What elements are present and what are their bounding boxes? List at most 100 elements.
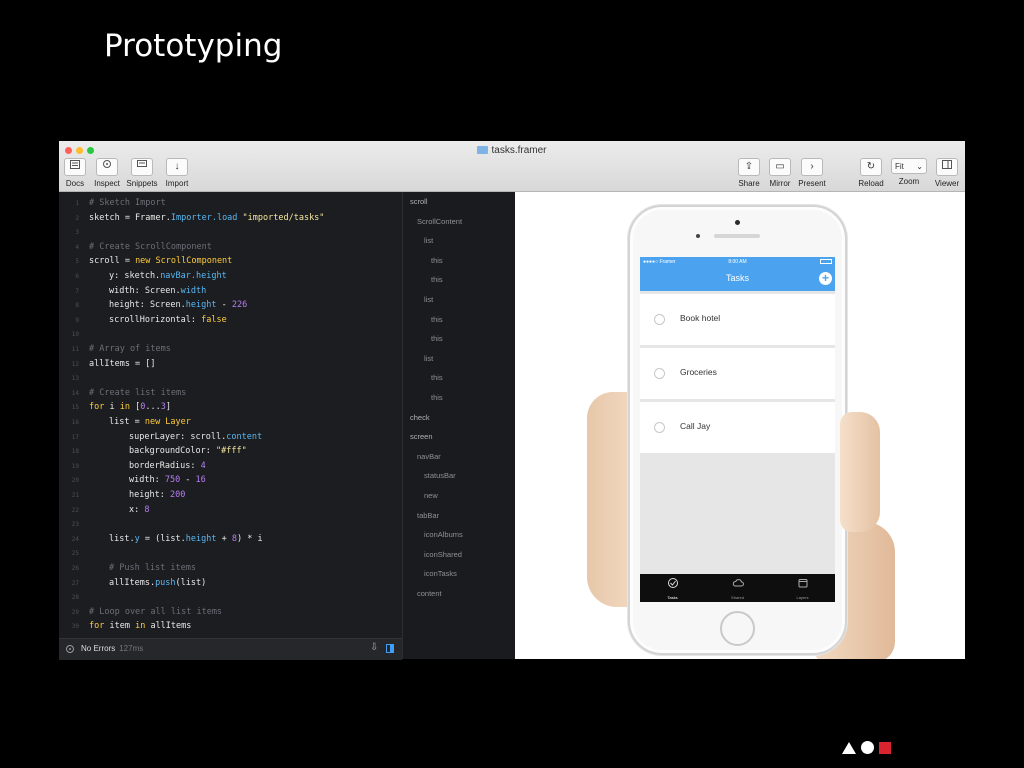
code-line[interactable]: 11 # Array of items — [59, 342, 171, 356]
code-line[interactable]: 1 # Sketch Import — [59, 196, 165, 210]
layer-item[interactable]: new — [424, 491, 438, 500]
code-line[interactable]: 28 — [59, 590, 89, 604]
checkbox-icon[interactable] — [654, 422, 665, 433]
code-token: for — [89, 621, 105, 632]
inspect-button[interactable]: Inspect — [92, 158, 122, 188]
present-icon: › — [801, 158, 823, 176]
code-line[interactable]: 2 sketch = Framer.Importer.load "imported… — [59, 211, 324, 225]
code-token: 750 — [164, 475, 181, 486]
panel-toggle-icon[interactable] — [386, 644, 394, 653]
layer-item[interactable]: tabBar — [417, 511, 439, 520]
framer-window: tasks.framer Docs Inspect Snippets ↓ Imp… — [59, 141, 965, 660]
layer-item[interactable]: scroll — [410, 197, 428, 206]
code-line[interactable]: 30 for item in allItems — [59, 619, 192, 633]
code-token: y: sketch. — [109, 271, 161, 281]
task-card[interactable]: Call Jay — [640, 402, 835, 453]
code-line[interactable]: 13 — [59, 371, 89, 385]
task-card[interactable]: Book hotel — [640, 294, 835, 345]
layer-item[interactable]: iconTasks — [424, 569, 457, 578]
code-line[interactable]: 24 list.y = (list.height + 8) * i — [59, 532, 263, 546]
code-line[interactable]: 29 # Loop over all list items — [59, 605, 222, 619]
code-editor[interactable]: 1 # Sketch Import 2 sketch = Framer.Importe… — [59, 192, 402, 638]
code-line[interactable]: 15 for i in [0...3] — [59, 400, 171, 414]
zoom-select[interactable]: Fit ⌄ — [891, 158, 927, 174]
import-button[interactable]: ↓ Import — [163, 158, 191, 188]
layer-item[interactable]: list — [424, 295, 433, 304]
layer-item[interactable]: navBar — [417, 452, 441, 461]
snippets-button[interactable]: Snippets — [125, 158, 159, 188]
tab-bar: Tasks Shared Layers — [640, 574, 835, 602]
checkbox-icon[interactable] — [654, 314, 665, 325]
device-preview: ●●●●○ Framer 8:00 AM Tasks + Book hotel … — [515, 192, 965, 659]
line-number: 2 — [75, 214, 79, 222]
code-line[interactable]: 3 — [59, 225, 89, 239]
layer-item[interactable]: this — [431, 373, 443, 382]
code-token: item — [104, 621, 136, 632]
code-token: list. — [109, 533, 135, 544]
viewer-button[interactable]: Viewer — [933, 158, 961, 188]
code-line[interactable]: 4 # Create ScrollComponent — [59, 240, 211, 254]
mirror-button[interactable]: ▭ Mirror — [767, 158, 793, 188]
layer-item[interactable]: list — [424, 236, 433, 245]
layer-item[interactable]: this — [431, 256, 443, 265]
docs-button[interactable]: Docs — [64, 158, 86, 188]
code-line[interactable]: 5 scroll = new ScrollComponent — [59, 254, 232, 268]
code-line[interactable]: 26 # Push list items — [59, 561, 196, 575]
reload-button[interactable]: ↻ Reload — [857, 158, 885, 188]
code-line[interactable]: 17 superLayer: scroll.content — [59, 430, 262, 444]
code-line[interactable]: 25 — [59, 546, 89, 560]
code-line[interactable]: 6 y: sketch.navBar.height — [59, 269, 226, 283]
layer-item[interactable]: iconAlbums — [424, 530, 463, 539]
code-line[interactable]: 16 list = new Layer — [59, 415, 191, 429]
code-line[interactable]: 8 height: Screen.height - 226 — [59, 298, 247, 312]
code-line[interactable]: 18 backgroundColor: "#fff" — [59, 444, 247, 458]
layer-item[interactable]: this — [431, 393, 443, 402]
code-line[interactable]: 23 — [59, 517, 89, 531]
code-line[interactable]: 19 borderRadius: 4 — [59, 459, 206, 473]
code-line[interactable]: 21 height: 200 — [59, 488, 186, 502]
code-token: allItems = [] — [89, 358, 156, 369]
zoom-control[interactable]: Fit ⌄ Zoom — [889, 158, 929, 186]
code-token: allItems. — [109, 577, 156, 588]
code-line[interactable]: 27 allItems.push(list) — [59, 576, 207, 590]
code-token: superLayer: scroll. — [129, 431, 227, 442]
line-number: 18 — [71, 448, 79, 456]
add-task-button[interactable]: + — [819, 272, 832, 285]
camera-icon — [735, 220, 740, 225]
layer-item[interactable]: content — [417, 589, 442, 598]
code-token: = (list. — [139, 533, 186, 544]
code-line[interactable]: 12 allItems = [] — [59, 357, 156, 371]
layer-item[interactable]: list — [424, 354, 433, 363]
tab-layers[interactable]: Layers — [770, 574, 835, 602]
present-button[interactable]: › Present — [796, 158, 828, 188]
checkbox-icon[interactable] — [654, 368, 665, 379]
layer-item[interactable]: ScrollContent — [417, 217, 462, 226]
layer-item[interactable]: this — [431, 334, 443, 343]
line-number: 9 — [75, 316, 79, 324]
code-line[interactable]: 10 — [59, 327, 89, 341]
layer-item[interactable]: screen — [410, 432, 433, 441]
check-circle-icon — [667, 578, 678, 588]
layer-item[interactable]: statusBar — [424, 471, 456, 480]
line-number: 24 — [71, 535, 79, 543]
code-token: width — [180, 285, 207, 296]
layer-item[interactable]: check — [410, 413, 430, 422]
code-line[interactable]: 14 # Create list items — [59, 386, 186, 400]
layer-item[interactable]: this — [431, 275, 443, 284]
tab-shared[interactable]: Shared — [705, 574, 770, 602]
code-token: width: Screen. — [109, 285, 181, 296]
share-button[interactable]: ⇪ Share — [737, 158, 761, 188]
code-token: # Loop over all list items — [89, 606, 223, 617]
code-line[interactable]: 7 width: Screen.width — [59, 284, 206, 298]
code-token: # Array of items — [89, 344, 171, 354]
layer-item[interactable]: this — [431, 315, 443, 324]
code-line[interactable]: 20 width: 750 - 16 — [59, 473, 206, 487]
code-line[interactable]: 9 scrollHorizontal: false — [59, 313, 226, 327]
code-line[interactable]: 22 x: 8 — [59, 503, 150, 517]
collapse-icon[interactable]: ⇩ — [370, 642, 378, 653]
layer-item[interactable]: iconShared — [424, 550, 462, 559]
tab-tasks[interactable]: Tasks — [640, 574, 705, 602]
home-button[interactable] — [720, 611, 755, 646]
line-number: 14 — [71, 389, 79, 397]
task-card[interactable]: Groceries — [640, 348, 835, 399]
